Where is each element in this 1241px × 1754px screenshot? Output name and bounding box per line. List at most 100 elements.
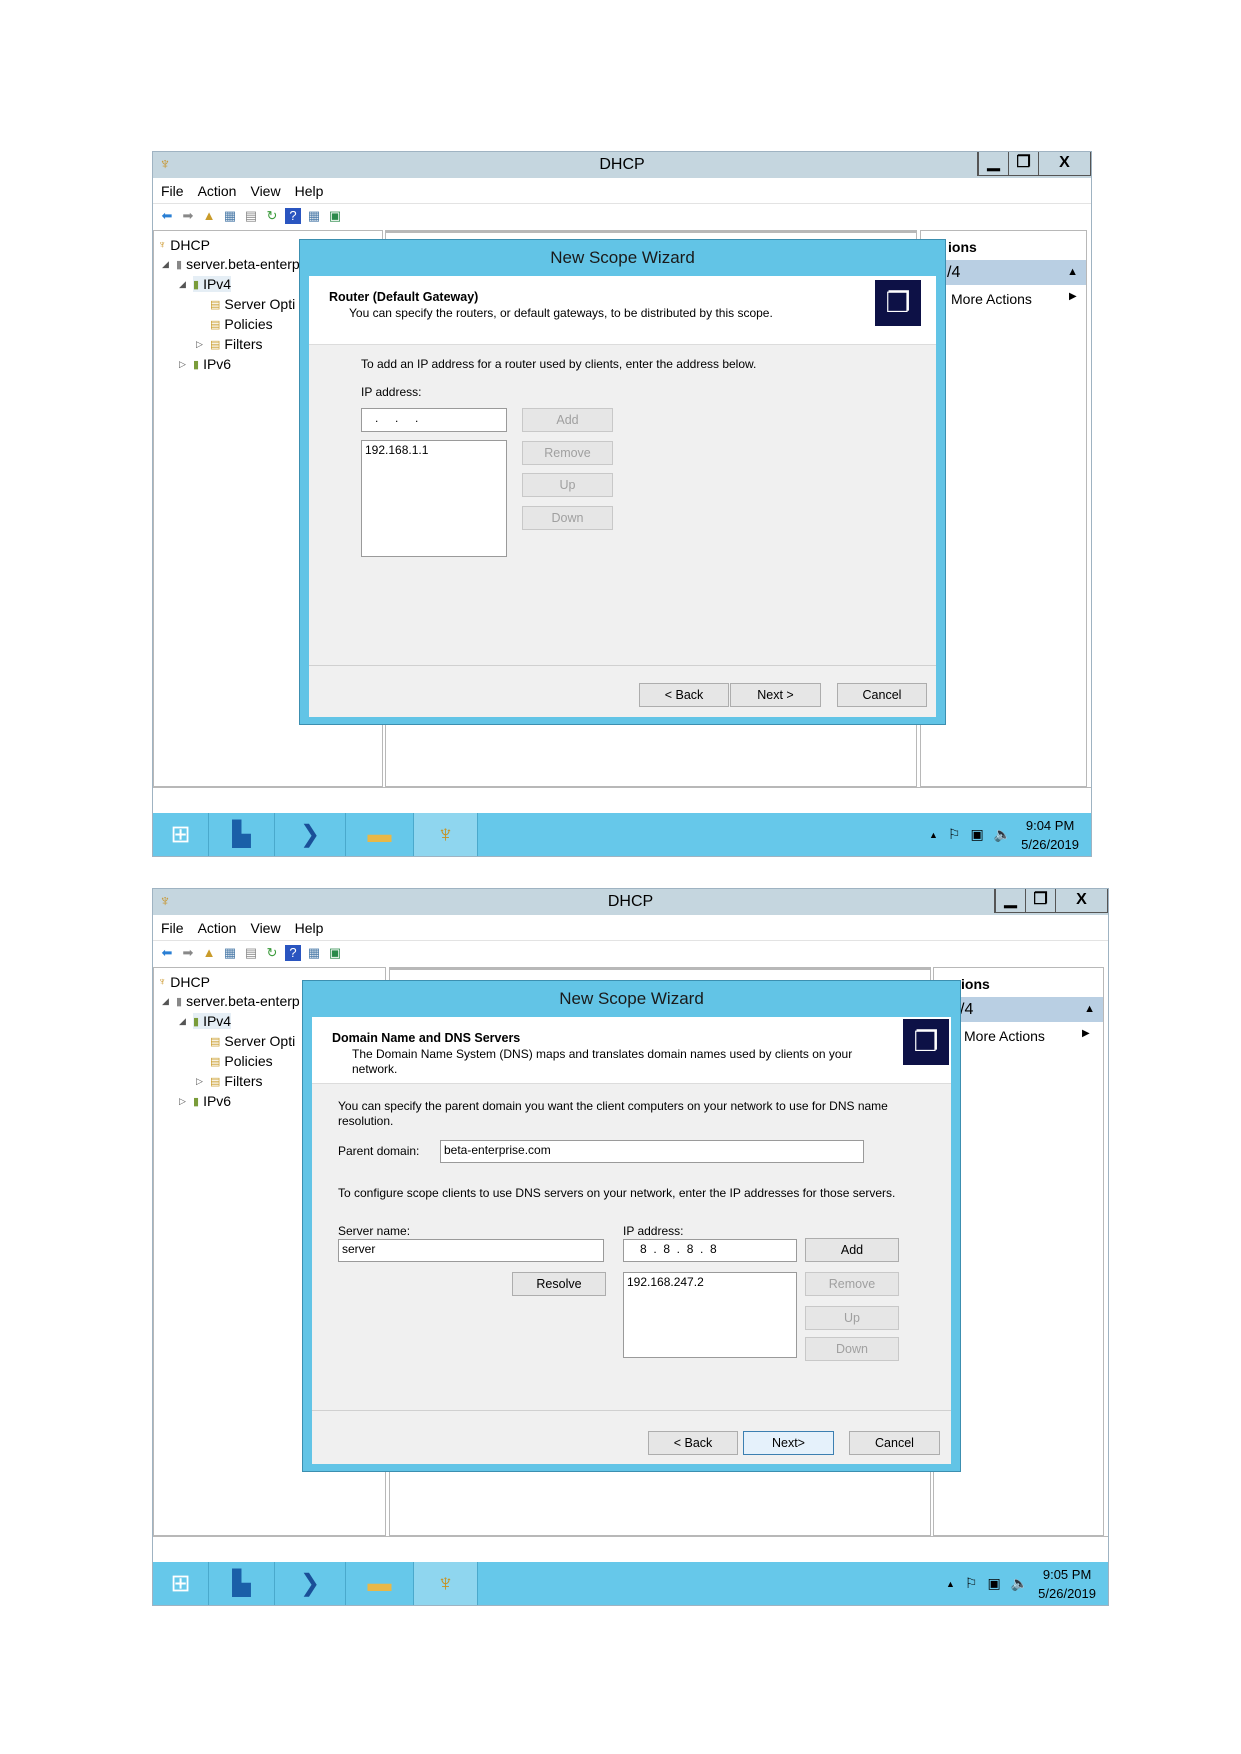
close-button[interactable]: X xyxy=(1038,152,1090,175)
start-windows-icon[interactable]: ⊞ xyxy=(153,1562,209,1605)
tree-item-ipv4[interactable]: ▮ IPv4 xyxy=(193,276,232,292)
network-icon[interactable]: ▣ xyxy=(987,1575,1000,1592)
flag-icon[interactable]: ⚐ xyxy=(948,826,961,843)
remove-button[interactable]: Remove xyxy=(805,1272,899,1296)
tree-item-ipv6[interactable]: ▮ IPv6 xyxy=(193,1093,231,1109)
back-arrow-icon[interactable]: ⬅ xyxy=(159,208,175,224)
export-list-icon[interactable]: ▤ xyxy=(243,945,259,961)
minimize-button[interactable]: ▁ xyxy=(978,152,1008,175)
volume-muted-icon[interactable]: 🔈 xyxy=(994,826,1011,843)
collapse-icon[interactable]: ◢ xyxy=(179,279,186,290)
tree-item-ipv6[interactable]: ▮ IPv6 xyxy=(193,356,231,372)
tree-item-server[interactable]: ▮ server.beta-enterp xyxy=(176,993,300,1009)
flag-icon[interactable]: ⚐ xyxy=(965,1575,978,1592)
tree-item-server[interactable]: ▮ server.beta-enterp xyxy=(176,256,300,272)
start-windows-icon[interactable]: ⊞ xyxy=(153,813,209,856)
more-actions-item[interactable]: More Actions ▶ xyxy=(964,1028,1090,1044)
minimize-button[interactable]: ▁ xyxy=(995,889,1025,912)
clock[interactable]: 9:05 PM 5/26/2019 xyxy=(1038,1565,1096,1603)
up-folder-icon[interactable]: ▲ xyxy=(201,208,217,224)
collapse-icon[interactable]: ◢ xyxy=(162,996,169,1007)
file-explorer-icon[interactable]: ▬ xyxy=(346,1562,414,1605)
tree-item-dhcp[interactable]: ♆ DHCP xyxy=(158,237,210,253)
tree-item-server-options[interactable]: ▤ Server Opti xyxy=(210,296,295,312)
menu-help[interactable]: Help xyxy=(295,178,324,203)
help-icon[interactable]: ? xyxy=(285,208,301,224)
expand-icon[interactable]: ▷ xyxy=(196,1076,203,1087)
restore-button[interactable]: ❐ xyxy=(1008,152,1038,175)
menu-action[interactable]: Action xyxy=(198,915,237,940)
menu-view[interactable]: View xyxy=(250,915,280,940)
server-manager-icon[interactable]: ▙ xyxy=(209,813,275,856)
forward-arrow-icon[interactable]: ➡ xyxy=(180,945,196,961)
menu-help[interactable]: Help xyxy=(295,915,324,940)
show-hidden-icons-icon[interactable]: ▲ xyxy=(929,830,938,840)
collapse-up-icon[interactable]: ▲ xyxy=(1067,260,1078,285)
list-item[interactable]: 192.168.1.1 xyxy=(365,443,503,457)
dhcp-taskbar-icon[interactable]: ♆ xyxy=(414,1562,478,1605)
down-button[interactable]: Down xyxy=(522,506,613,530)
monitor-icon[interactable]: ▣ xyxy=(327,208,343,224)
up-button[interactable]: Up xyxy=(805,1306,899,1330)
expand-icon[interactable]: ▷ xyxy=(179,1096,186,1107)
show-hide-tree-icon[interactable]: ▦ xyxy=(222,945,238,961)
server-manager-icon[interactable]: ▙ xyxy=(209,1562,275,1605)
next-button[interactable]: Next> xyxy=(743,1431,834,1455)
server-name-input[interactable]: server xyxy=(338,1239,604,1262)
up-folder-icon[interactable]: ▲ xyxy=(201,945,217,961)
expand-icon[interactable]: ▷ xyxy=(179,359,186,370)
back-button[interactable]: < Back xyxy=(639,683,729,707)
refresh-icon[interactable]: ↻ xyxy=(264,208,280,224)
file-explorer-icon[interactable]: ▬ xyxy=(346,813,414,856)
collapse-up-icon[interactable]: ▲ xyxy=(1084,997,1095,1022)
restore-button[interactable]: ❐ xyxy=(1025,889,1055,912)
tree-item-policies[interactable]: ▤ Policies xyxy=(210,1053,273,1069)
ip-address-input[interactable]: 8 . 8 . 8 . 8 xyxy=(623,1239,797,1262)
remove-button[interactable]: Remove xyxy=(522,441,613,465)
dns-server-list[interactable]: 192.168.247.2 xyxy=(623,1272,797,1358)
volume-muted-icon[interactable]: 🔈 xyxy=(1011,1575,1028,1592)
tree-item-server-options[interactable]: ▤ Server Opti xyxy=(210,1033,295,1049)
powershell-icon[interactable]: ❯ xyxy=(275,813,346,856)
menu-view[interactable]: View xyxy=(250,178,280,203)
up-button[interactable]: Up xyxy=(522,473,613,497)
show-hidden-icons-icon[interactable]: ▲ xyxy=(946,1579,955,1589)
monitor-icon[interactable]: ▣ xyxy=(327,945,343,961)
router-list[interactable]: 192.168.1.1 xyxy=(361,440,507,557)
tree-item-policies[interactable]: ▤ Policies xyxy=(210,316,273,332)
next-button[interactable]: Next > xyxy=(730,683,821,707)
menu-file[interactable]: File xyxy=(161,178,184,203)
show-hide-tree-icon[interactable]: ▦ xyxy=(222,208,238,224)
back-button[interactable]: < Back xyxy=(648,1431,738,1455)
add-button[interactable]: Add xyxy=(522,408,613,432)
tree-item-filters[interactable]: ▤ Filters xyxy=(210,336,263,352)
export-list-icon[interactable]: ▤ xyxy=(243,208,259,224)
refresh-icon[interactable]: ↻ xyxy=(264,945,280,961)
properties-icon[interactable]: ▦ xyxy=(306,945,322,961)
close-button[interactable]: X xyxy=(1055,889,1107,912)
list-item[interactable]: 192.168.247.2 xyxy=(627,1275,793,1289)
add-button[interactable]: Add xyxy=(805,1238,899,1262)
help-icon[interactable]: ? xyxy=(285,945,301,961)
ip-address-input[interactable]: . . . xyxy=(361,408,507,432)
collapse-icon[interactable]: ◢ xyxy=(162,259,169,270)
cancel-button[interactable]: Cancel xyxy=(849,1431,940,1455)
down-button[interactable]: Down xyxy=(805,1337,899,1361)
parent-domain-input[interactable]: beta-enterprise.com xyxy=(440,1140,864,1163)
dhcp-taskbar-icon[interactable]: ♆ xyxy=(414,813,478,856)
network-icon[interactable]: ▣ xyxy=(970,826,983,843)
resolve-button[interactable]: Resolve xyxy=(512,1272,606,1296)
powershell-icon[interactable]: ❯ xyxy=(275,1562,346,1605)
tree-item-ipv4[interactable]: ▮ IPv4 xyxy=(193,1013,232,1029)
collapse-icon[interactable]: ◢ xyxy=(179,1016,186,1027)
properties-icon[interactable]: ▦ xyxy=(306,208,322,224)
forward-arrow-icon[interactable]: ➡ xyxy=(180,208,196,224)
tree-item-filters[interactable]: ▤ Filters xyxy=(210,1073,263,1089)
menu-file[interactable]: File xyxy=(161,915,184,940)
more-actions-item[interactable]: More Actions ▶ xyxy=(951,291,1077,307)
back-arrow-icon[interactable]: ⬅ xyxy=(159,945,175,961)
menu-action[interactable]: Action xyxy=(198,178,237,203)
tree-item-dhcp[interactable]: ♆ DHCP xyxy=(158,974,210,990)
cancel-button[interactable]: Cancel xyxy=(837,683,927,707)
expand-icon[interactable]: ▷ xyxy=(196,339,203,350)
